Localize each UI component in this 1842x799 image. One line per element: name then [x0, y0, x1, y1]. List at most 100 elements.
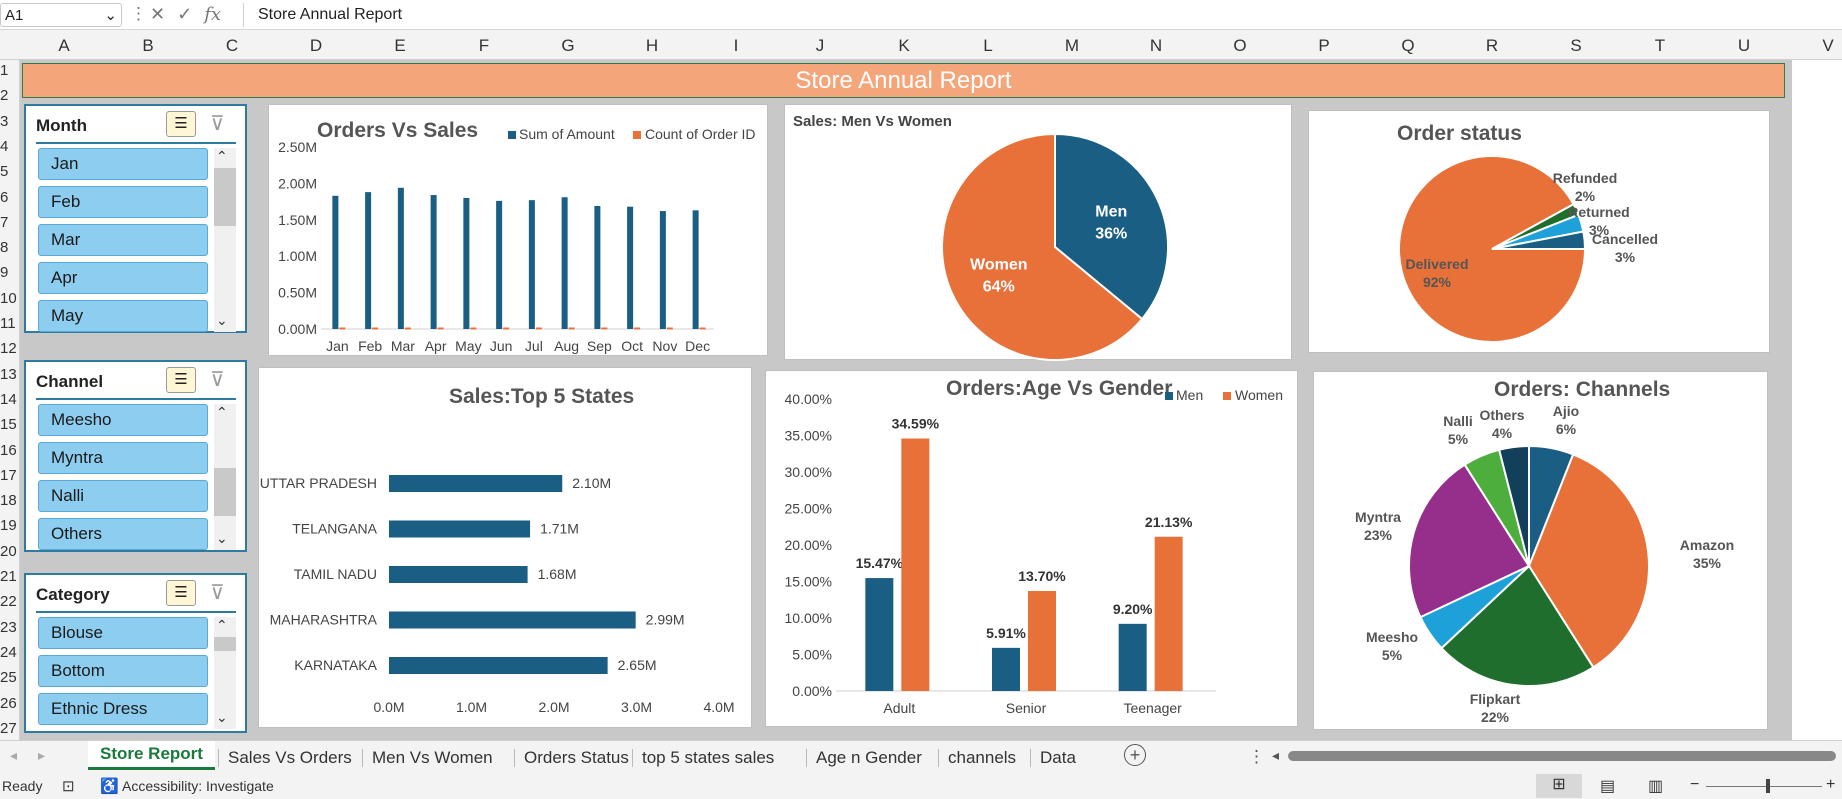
normal-view-icon[interactable]: ⊞	[1536, 774, 1582, 798]
scroll-down-icon[interactable]: ⌄	[216, 312, 228, 329]
sheet-tab[interactable]: Data	[1040, 745, 1076, 771]
scroll-up-icon[interactable]: ⌃	[216, 404, 228, 421]
channels-chart[interactable]: Orders: Channels Ajio 6% Amazon 35% Flipkart 2…	[1313, 371, 1768, 730]
slicer-item[interactable]: Bottom	[38, 655, 208, 687]
sheet-tab[interactable]: Orders Status	[524, 745, 629, 771]
row-header[interactable]: 27	[0, 720, 17, 737]
column-header[interactable]: L	[978, 36, 998, 56]
row-header[interactable]: 7	[0, 214, 8, 231]
men-vs-women-chart[interactable]: Sales: Men Vs Women Men 36% Women 64%	[784, 104, 1292, 361]
clear-filter-icon[interactable]: ⊽	[210, 580, 225, 605]
more-options-icon[interactable]: ⋮	[1248, 747, 1265, 767]
row-header[interactable]: 25	[0, 669, 17, 686]
row-header[interactable]: 10	[0, 290, 17, 307]
slicer-item[interactable]: Ethnic Dress	[38, 693, 208, 725]
row-header[interactable]: 11	[0, 315, 16, 332]
row-header[interactable]: 18	[0, 492, 17, 509]
orders-vs-sales-chart[interactable]: Orders Vs Sales Sum of Amount Count of Ord…	[268, 104, 768, 356]
row-header[interactable]: 24	[0, 644, 17, 661]
column-header[interactable]: N	[1146, 36, 1166, 56]
column-header[interactable]: S	[1566, 36, 1586, 56]
row-header[interactable]: 21	[0, 568, 17, 585]
slicer-item[interactable]: Apr	[38, 262, 208, 294]
row-header[interactable]: 3	[0, 113, 8, 130]
zoom-out-icon[interactable]: −	[1690, 776, 1699, 794]
column-header[interactable]: P	[1314, 36, 1334, 56]
page-layout-icon[interactable]: ▤	[1600, 776, 1615, 796]
add-sheet-icon[interactable]: +	[1124, 744, 1146, 766]
column-header[interactable]: O	[1230, 36, 1250, 56]
function-icon[interactable]: fx	[204, 4, 221, 25]
slicer-scrollbar[interactable]: ⌃ ⌄	[214, 404, 236, 550]
chevron-down-icon[interactable]: ⌄	[104, 6, 117, 24]
row-header[interactable]: 9	[0, 264, 8, 281]
slicer-item[interactable]: Nalli	[38, 480, 208, 512]
slicer-item[interactable]: Meesho	[38, 404, 208, 436]
slicer-item[interactable]: Jan	[38, 148, 208, 180]
multi-select-icon[interactable]: ☰	[166, 367, 196, 393]
accessibility-icon[interactable]: ♿	[100, 777, 119, 795]
column-header[interactable]: I	[726, 36, 746, 56]
clear-filter-icon[interactable]: ⊽	[210, 111, 225, 136]
row-header[interactable]: 26	[0, 695, 17, 712]
month-slicer[interactable]: Month ☰ ⊽ Jan Feb Mar Apr May ⌃ ⌄	[24, 104, 247, 333]
row-header[interactable]: 1	[0, 62, 8, 79]
sheet-tab[interactable]: Sales Vs Orders	[228, 745, 352, 771]
cancel-icon[interactable]: ✕	[150, 4, 165, 25]
zoom-in-icon[interactable]: +	[1826, 776, 1835, 794]
column-header[interactable]: G	[558, 36, 578, 56]
row-header[interactable]: 2	[0, 87, 8, 104]
sheet-tab[interactable]: Age n Gender	[816, 745, 922, 771]
tab-scroll-left-icon[interactable]: ◂	[10, 747, 17, 764]
slicer-item[interactable]: Feb	[38, 186, 208, 218]
sheet-tab-active[interactable]: Store Report	[88, 741, 215, 770]
slicer-item[interactable]: May	[38, 300, 208, 332]
column-header[interactable]: K	[894, 36, 914, 56]
row-header[interactable]: 4	[0, 138, 8, 155]
column-header[interactable]: E	[390, 36, 410, 56]
slicer-item[interactable]: Others	[38, 518, 208, 550]
scroll-down-icon[interactable]: ⌄	[216, 530, 228, 547]
scroll-left-icon[interactable]: ◂	[1272, 747, 1279, 764]
zoom-slider[interactable]	[1706, 786, 1822, 787]
page-break-icon[interactable]: ▥	[1648, 776, 1663, 796]
scroll-up-icon[interactable]: ⌃	[216, 148, 228, 165]
column-header[interactable]: F	[474, 36, 494, 56]
sheet-tab[interactable]: top 5 states sales	[642, 745, 774, 771]
row-header[interactable]: 6	[0, 189, 8, 206]
channel-slicer[interactable]: Channel ☰ ⊽ Meesho Myntra Nalli Others ⌃…	[24, 360, 247, 552]
column-header[interactable]: D	[306, 36, 326, 56]
row-header[interactable]: 22	[0, 593, 17, 610]
row-header[interactable]: 8	[0, 239, 8, 256]
column-header[interactable]: J	[810, 36, 830, 56]
macro-icon[interactable]: ⊡	[62, 777, 75, 795]
row-header[interactable]: 13	[0, 366, 17, 383]
row-header[interactable]: 12	[0, 340, 17, 357]
row-header[interactable]: 5	[0, 163, 8, 180]
scroll-thumb[interactable]	[214, 168, 236, 226]
column-header[interactable]: C	[222, 36, 242, 56]
column-header[interactable]: B	[138, 36, 158, 56]
slicer-scrollbar[interactable]: ⌃ ⌄	[214, 148, 236, 332]
category-slicer[interactable]: Category ☰ ⊽ Blouse Bottom Ethnic Dress …	[24, 573, 247, 733]
scroll-up-icon[interactable]: ⌃	[216, 617, 228, 634]
row-header[interactable]: 19	[0, 517, 17, 534]
row-header[interactable]: 17	[0, 467, 17, 484]
slicer-item[interactable]: Myntra	[38, 442, 208, 474]
zoom-thumb[interactable]	[1766, 779, 1770, 793]
row-header[interactable]: 15	[0, 416, 17, 433]
multi-select-icon[interactable]: ☰	[166, 111, 196, 137]
slicer-item[interactable]: Mar	[38, 224, 208, 256]
column-header[interactable]: R	[1482, 36, 1502, 56]
more-options-icon[interactable]: ⋮	[130, 4, 147, 24]
column-header[interactable]: A	[54, 36, 74, 56]
sheet-tab[interactable]: channels	[948, 745, 1016, 771]
accessibility-status[interactable]: Accessibility: Investigate	[122, 778, 274, 794]
multi-select-icon[interactable]: ☰	[166, 580, 196, 606]
scroll-thumb[interactable]	[214, 637, 236, 651]
order-status-chart[interactable]: Order status Delivered 92% Refunded 2% Return…	[1308, 110, 1770, 353]
slicer-scrollbar[interactable]: ⌃ ⌄	[214, 617, 236, 729]
clear-filter-icon[interactable]: ⊽	[210, 367, 225, 392]
horizontal-scrollbar[interactable]	[1288, 751, 1836, 761]
row-header[interactable]: 20	[0, 543, 17, 560]
